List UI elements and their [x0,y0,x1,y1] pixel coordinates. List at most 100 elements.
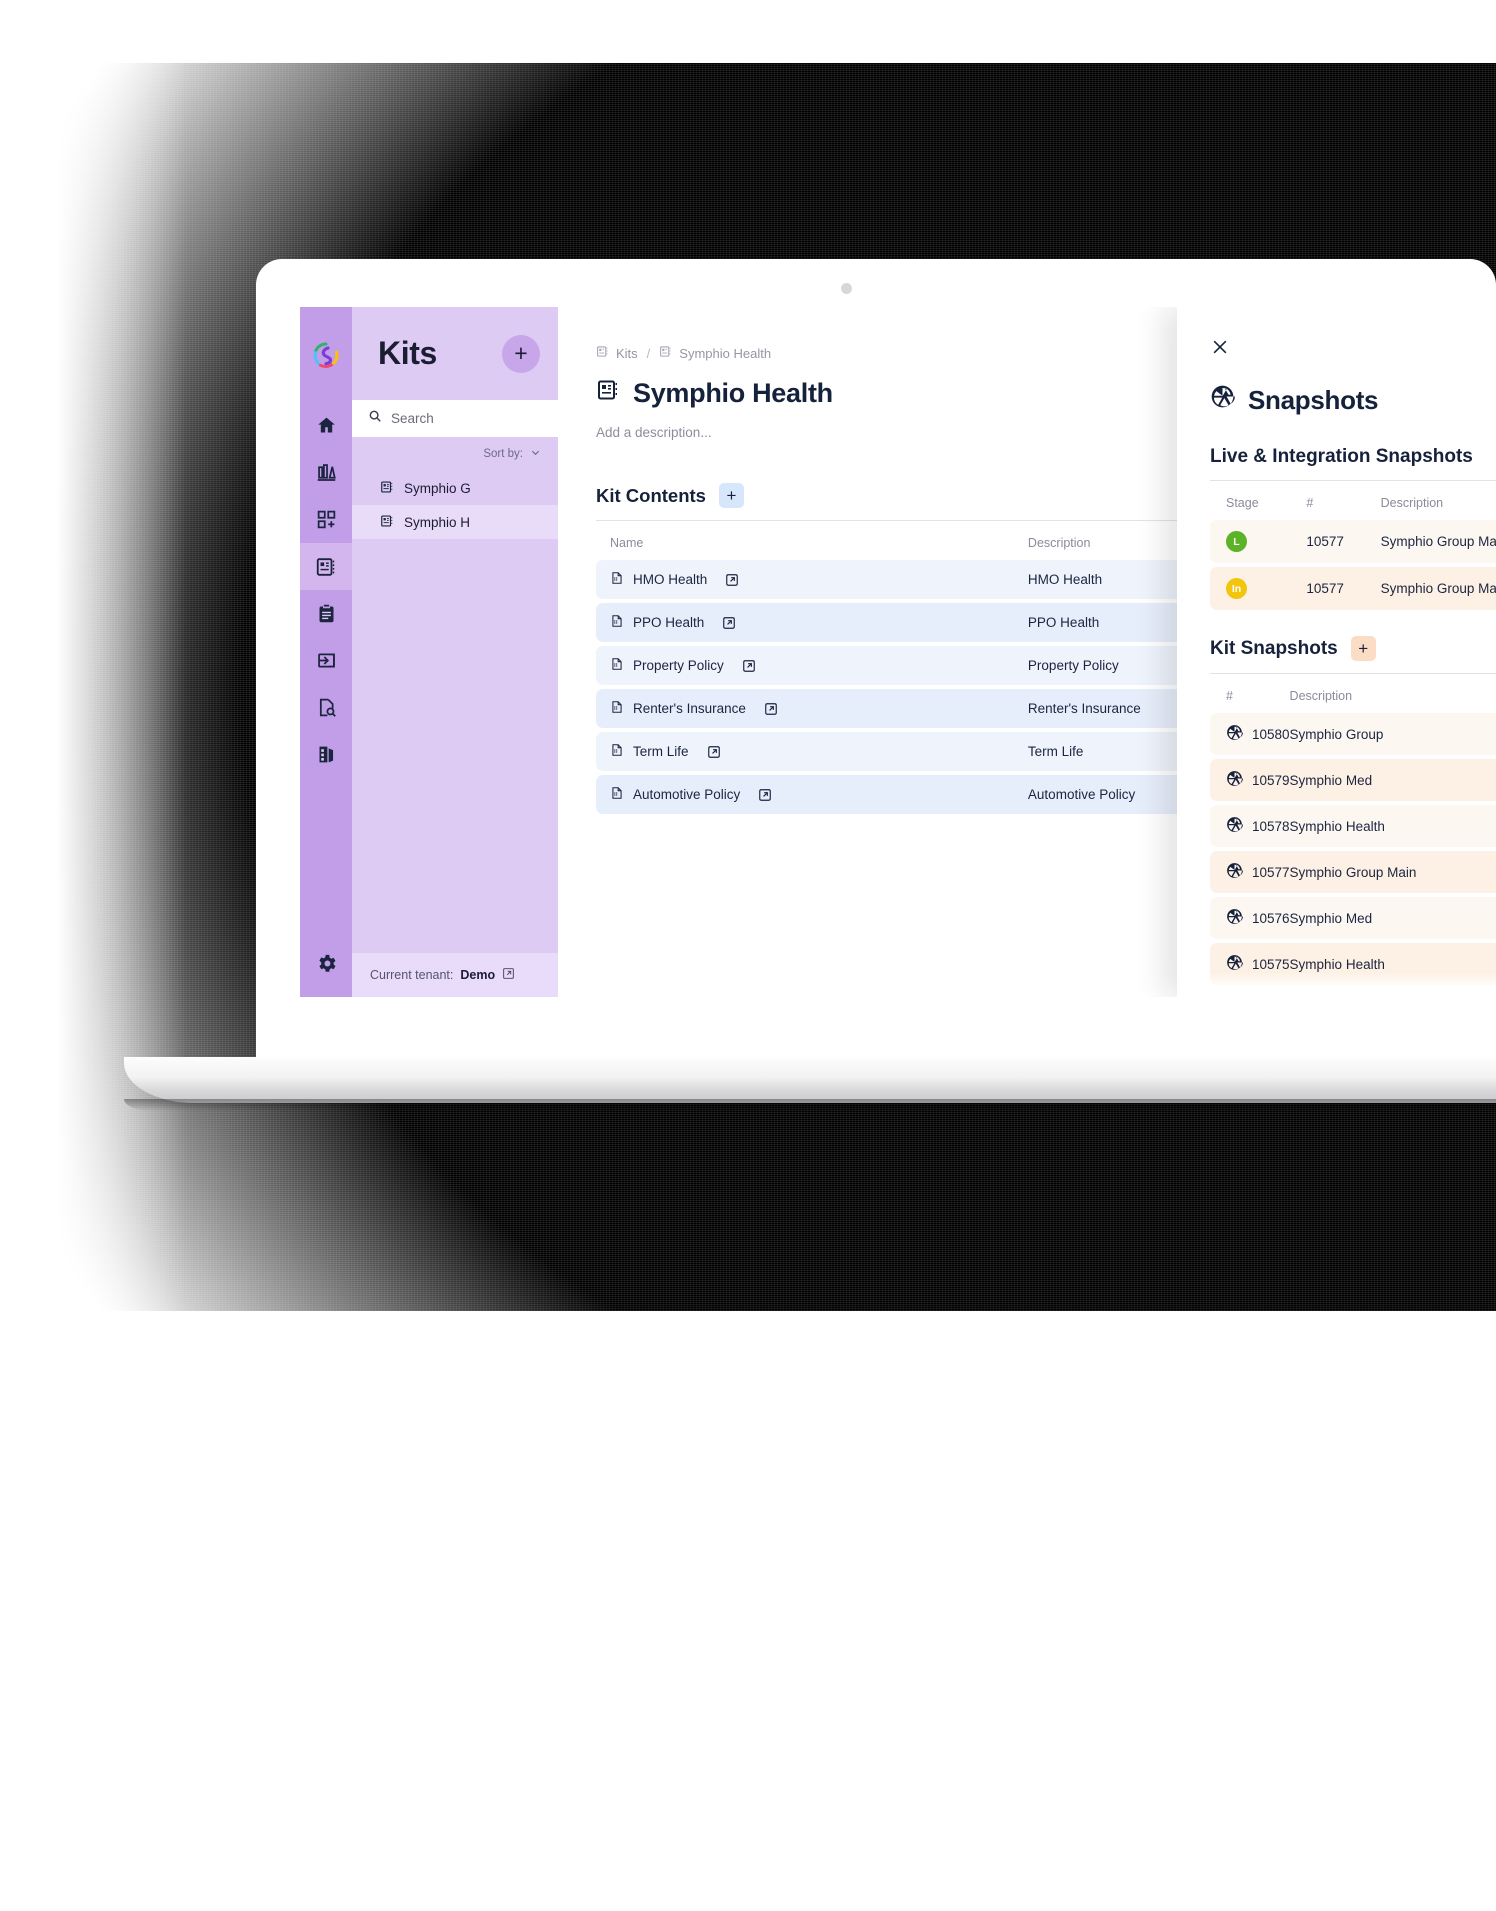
breadcrumb-label: Symphio Health [679,345,772,361]
sort-by-label: Sort by: [483,448,523,460]
add-kit-label: + [514,340,528,366]
home-icon [316,415,337,436]
drawer-bottom-fade [1177,971,1496,997]
laptop-base-shadow [124,1099,1496,1111]
kit-icon [596,345,609,361]
document-icon [610,743,624,760]
document-icon [610,700,624,717]
add-kit-content-button[interactable]: + [718,483,744,508]
sidebar-item-settings[interactable] [300,940,352,987]
laptop-screen: Kits + Sort by: [256,259,1496,1064]
import-icon [316,650,337,671]
snapshot-number: 10577 [1306,567,1381,610]
sidebar-item-clipboard[interactable] [300,590,352,637]
breadcrumb-label: Kits [616,345,638,361]
snapshot-number: 10579 [1252,772,1290,788]
breadcrumb-item-symphio-health[interactable]: Symphio Health [659,345,771,361]
sidebar-item-library[interactable] [300,449,352,496]
sidebar-item-home[interactable] [300,402,352,449]
external-link-icon[interactable] [707,745,721,759]
symphio-logo-icon[interactable] [310,339,342,376]
snapshot-number: 10577 [1252,864,1290,880]
sidebar-item-document-list[interactable] [300,731,352,778]
aperture-icon [1226,862,1243,882]
kit-content-name: HMO Health [633,572,708,587]
laptop-mockup: Kits + Sort by: [124,259,1496,1323]
laptop-base [124,1057,1496,1103]
status-badge: In [1226,578,1247,599]
kits-search-bar[interactable] [352,400,558,437]
table-row[interactable]: 10579 Symphio Med 5/8/23, 11:33 [1210,759,1496,801]
document-list-icon [316,744,337,765]
kits-icon [315,556,337,578]
breadcrumb-separator: / [646,345,651,361]
table-row[interactable]: 10578 Symphio Health 5/8/23, 11:33 [1210,805,1496,847]
document-icon [610,657,624,674]
kit-icon [596,378,620,409]
live-snapshots-table: Stage # Description Date Promoted L 1057… [1210,481,1496,614]
table-row[interactable]: In 10577 Symphio Group Main 5/8/23, 11:3… [1210,567,1496,610]
sidebar-item-add-grid[interactable] [300,496,352,543]
icon-rail [300,307,352,997]
kits-panel: Kits + Sort by: [352,307,558,997]
table-row[interactable]: 10576 Symphio Med 5/8/23, 11:31 [1210,897,1496,939]
kit-icon [380,514,394,531]
external-link-icon[interactable] [758,788,772,802]
snapshot-description: Symphio Med [1289,897,1496,939]
kit-content-name: Renter's Insurance [633,701,746,716]
webcam-dot [841,283,852,294]
sidebar-item-document-search[interactable] [300,684,352,731]
kits-list-empty-space [352,539,558,953]
kit-contents-heading: Kit Contents [596,484,706,506]
aperture-icon [1226,724,1243,744]
current-tenant-bar[interactable]: Current tenant: Demo [352,953,558,997]
kit-icon [380,480,394,497]
column-header-description: Description [1289,689,1353,703]
kits-panel-title: Kits [378,335,437,371]
clipboard-icon [316,603,337,624]
snapshot-description: Symphio Group Main [1380,520,1496,563]
main-content: Kits / Symphio Health Symphio Health Add… [558,307,1496,997]
sort-by-control[interactable]: Sort by: [352,437,558,471]
external-link-icon[interactable] [742,659,756,673]
application-window: Kits + Sort by: [300,307,1496,997]
table-row[interactable]: L 10577 Symphio Group Main 5/8/23, 11:32 [1210,520,1496,563]
close-drawer-button[interactable] [1210,337,1230,360]
kit-icon [659,345,672,361]
snapshots-drawer: Snapshots Live & Integration Snapshots S… [1177,307,1496,997]
kit-list-item[interactable]: Symphio H [352,505,558,539]
snapshot-number: 10577 [1306,520,1381,563]
aperture-icon [1226,770,1243,790]
external-link-icon[interactable] [764,702,778,716]
snapshot-number: 10576 [1252,910,1290,926]
table-row[interactable]: 10580 Symphio Group 5/8/23, 11:33 [1210,713,1496,755]
library-icon [316,462,337,483]
search-input[interactable] [391,411,542,426]
kit-list-item[interactable]: Symphio G [352,471,558,505]
table-header-row: Stage # Description Date Promoted [1210,485,1496,516]
add-kit-snapshot-button[interactable]: + [1350,636,1376,661]
snapshot-description: Symphio Med [1289,759,1496,801]
external-link-icon[interactable] [502,967,515,983]
tenant-name: Demo [460,968,496,982]
document-icon [610,571,624,588]
table-row[interactable]: 10577 Symphio Group Main 5/8/23, 11:31 [1210,851,1496,893]
column-header-name: Name [610,536,644,550]
tenant-prefix-label: Current tenant: [370,968,454,982]
column-header-stage: Stage [1226,496,1259,510]
snapshots-title: Snapshots [1210,384,1496,416]
add-kit-button[interactable]: + [502,334,540,373]
kit-list-item-label: Symphio G [404,480,471,496]
external-link-icon[interactable] [725,573,739,587]
kit-snapshots-table: # Description Date Created [1210,674,1496,989]
breadcrumb-item-kits[interactable]: Kits [596,345,638,361]
snapshot-number: 10580 [1252,726,1290,742]
external-link-icon[interactable] [722,616,736,630]
sidebar-item-import[interactable] [300,637,352,684]
kit-content-name: PPO Health [633,615,705,630]
aperture-icon [1226,816,1243,836]
snapshot-description: Symphio Group Main [1380,567,1496,610]
chevron-down-icon [530,447,541,461]
sidebar-item-kits[interactable] [300,543,352,590]
kit-snapshots-heading: Kit Snapshots [1210,637,1338,659]
